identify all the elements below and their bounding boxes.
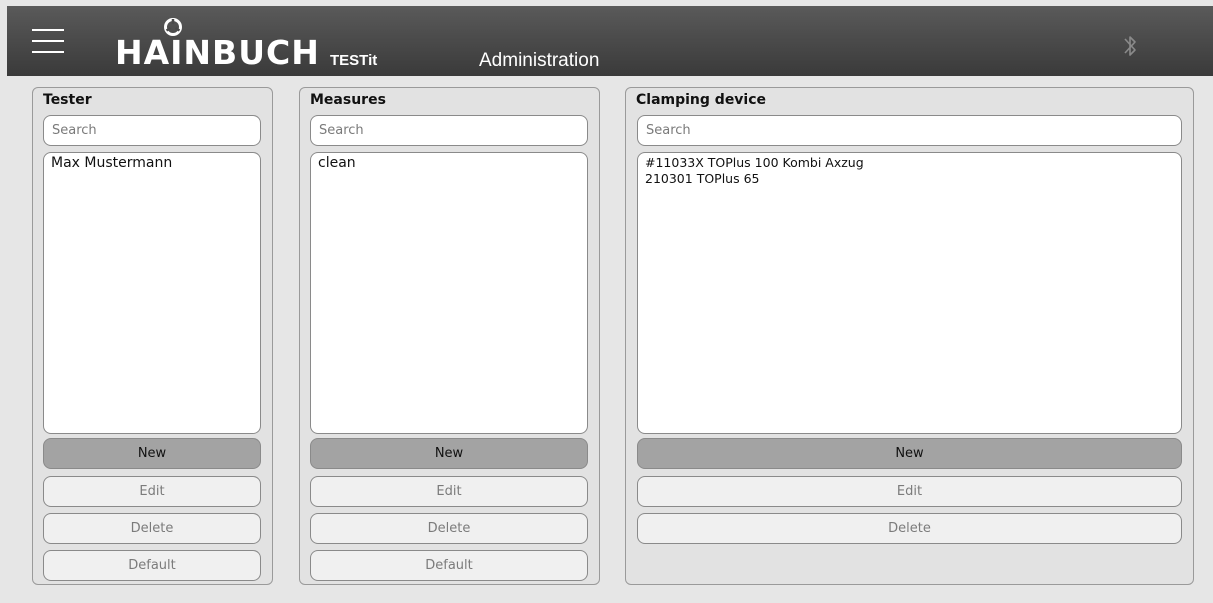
tester-delete-button[interactable]: Delete xyxy=(43,513,261,544)
panel-title: Tester xyxy=(43,92,92,108)
tester-edit-button[interactable]: Edit xyxy=(43,476,261,507)
measures-default-button[interactable]: Default xyxy=(310,550,588,581)
clamping-edit-button[interactable]: Edit xyxy=(637,476,1182,507)
measures-delete-button[interactable]: Delete xyxy=(310,513,588,544)
clamping-delete-button[interactable]: Delete xyxy=(637,513,1182,544)
panel-title: Measures xyxy=(310,92,386,108)
tester-new-button[interactable]: New xyxy=(43,438,261,469)
measures-list[interactable]: clean xyxy=(310,152,588,434)
clamping-device-panel: Clamping device #11033X TOPlus 100 Kombi… xyxy=(625,87,1194,585)
list-item[interactable]: 210301 TOPlus 65 xyxy=(645,171,1174,187)
list-item[interactable]: #11033X TOPlus 100 Kombi Axzug xyxy=(645,155,1174,171)
measures-search-input[interactable] xyxy=(310,115,588,146)
tester-search-input[interactable] xyxy=(43,115,261,146)
tester-default-button[interactable]: Default xyxy=(43,550,261,581)
list-item[interactable]: Max Mustermann xyxy=(51,155,253,172)
menu-icon[interactable] xyxy=(32,27,64,55)
list-item[interactable]: clean xyxy=(318,155,580,172)
measures-panel: Measures clean New Edit Delete Default xyxy=(299,87,600,585)
clamping-search-input[interactable] xyxy=(637,115,1182,146)
bluetooth-icon[interactable] xyxy=(1123,30,1137,62)
measures-edit-button[interactable]: Edit xyxy=(310,476,588,507)
clamping-new-button[interactable]: New xyxy=(637,438,1182,469)
measures-new-button[interactable]: New xyxy=(310,438,588,469)
page-title: Administration xyxy=(479,50,600,71)
app-name: TESTit xyxy=(330,52,378,69)
top-bar: HAINBUCH TESTit Administration xyxy=(7,6,1213,76)
panel-title: Clamping device xyxy=(636,92,767,108)
tester-list[interactable]: Max Mustermann xyxy=(43,152,261,434)
tester-panel: Tester Max Mustermann New Edit Delete De… xyxy=(32,87,273,585)
clamping-device-list[interactable]: #11033X TOPlus 100 Kombi Axzug 210301 TO… xyxy=(637,152,1182,434)
brand-logo: HAINBUCH xyxy=(115,33,320,72)
